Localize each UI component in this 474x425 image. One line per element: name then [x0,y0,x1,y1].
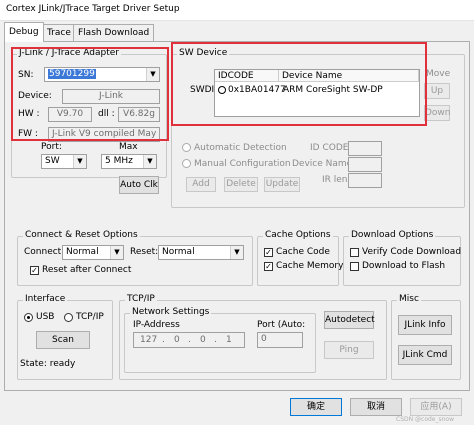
usb-label: USB [36,312,55,322]
download-options-group-label: Download Options [349,230,436,240]
chevron-down-icon: ▼ [230,246,243,259]
misc-group-label: Misc [397,294,421,304]
interface-group-label: Interface [23,294,68,304]
connect-reset-group-label: Connect & Reset Options [23,230,140,240]
update-button[interactable]: Update [264,177,300,192]
device-name-field[interactable] [348,157,382,172]
manual-configuration-label: Manual Configuration [194,159,291,169]
down-button[interactable]: Down [424,105,451,121]
connect-value: Normal [66,247,99,257]
tcpip-radio[interactable] [64,313,73,322]
connect-label: Connect: [24,247,65,257]
cache-code-checkbox[interactable]: ✓ [264,248,273,257]
ip-octet-4: 1 [226,335,232,345]
device-name-label: Device Name: [292,159,356,169]
ir-len-field[interactable] [348,173,382,188]
ip-dot-1: . [162,335,165,345]
verify-download-label: Verify Code Download [362,247,462,257]
tab-debug[interactable]: Debug [4,22,44,42]
cache-memory-checkbox[interactable]: ✓ [264,262,273,271]
network-settings-group: Network Settings IP-Address 127 . 0 . 0 … [124,307,316,373]
port-auto-label: Port (Auto: [257,320,306,330]
ip-dot-2: . [188,335,191,345]
cache-memory-label: Cache Memory [276,261,344,271]
port-value: 0 [261,334,267,344]
download-options-group: Download Options Verify Code Download Do… [343,230,462,286]
reset-after-connect-checkbox[interactable]: ✓ [30,266,39,275]
max-clock-value: 5 MHz [105,156,133,166]
tcpip-label: TCP/IP [76,312,104,322]
jlink-cmd-button[interactable]: JLink Cmd [398,345,452,365]
port-label: Port: [41,142,62,152]
misc-group: Misc JLink Info JLink Cmd [391,294,461,380]
tab-flash-download[interactable]: Flash Download [73,24,155,41]
cancel-button[interactable]: 取消 [350,398,402,416]
ip-octet-1: 127 [140,335,158,345]
ping-button[interactable]: Ping [324,341,374,359]
apply-button[interactable]: 应用(A) [410,398,462,416]
download-to-flash-label: Download to Flash [362,261,446,271]
id-code-field[interactable] [348,141,382,156]
port-field[interactable]: 0 [257,332,303,348]
chevron-down-icon: ▼ [143,155,156,168]
highlight-box-adapter [11,47,169,141]
add-button[interactable]: Add [186,177,216,192]
ip-address-label: IP-Address [133,320,180,330]
chevron-down-icon: ▼ [110,246,123,259]
reset-label: Reset: [130,247,159,257]
watermark: CSDN @code_snow [396,416,454,423]
ir-len-label: IR len: [322,175,351,185]
ip-dot-3: . [214,335,217,345]
auto-clk-button[interactable]: Auto Clk [119,176,159,194]
window-title: Cortex JLink/JTrace Target Driver Setup [6,4,180,14]
connect-reset-group: Connect & Reset Options Connect: Normal … [17,230,253,286]
tab-trace[interactable]: Trace [42,24,76,41]
debug-panel: J-Link / J-Trace Adapter SN: 59701299 ▼ … [4,41,470,391]
cache-code-label: Cache Code [276,247,330,257]
tcpip-group: TCP/IP Network Settings IP-Address 127 .… [119,294,387,380]
id-code-label: ID CODE: [310,143,352,153]
move-label: Move [426,69,451,79]
state-text: State: ready [20,359,76,369]
ip-address-field[interactable]: 127 . 0 . 0 . 1 [133,332,245,348]
connect-select[interactable]: Normal ▼ [62,245,124,260]
port-select[interactable]: SW ▼ [41,154,87,169]
automatic-detection-label: Automatic Detection [194,143,287,153]
network-settings-label: Network Settings [130,307,212,317]
port-value: SW [45,156,60,166]
delete-button[interactable]: Delete [224,177,258,192]
reset-after-connect-label: Reset after Connect [42,265,132,275]
max-clock-select[interactable]: 5 MHz ▼ [101,154,157,169]
scan-button[interactable]: Scan [36,331,90,349]
max-label: Max [119,142,138,152]
interface-group: Interface USB TCP/IP Scan State: ready [17,294,113,380]
ip-octet-3: 0 [200,335,206,345]
ok-button[interactable]: 确定 [290,398,342,416]
download-to-flash-checkbox[interactable] [350,262,359,271]
ip-octet-2: 0 [174,335,180,345]
cache-options-group: Cache Options ✓ Cache Code ✓ Cache Memor… [257,230,343,286]
cache-options-group-label: Cache Options [263,230,333,240]
reset-value: Normal [162,247,195,257]
title-bar: Cortex JLink/JTrace Target Driver Setup [0,0,474,21]
chevron-down-icon: ▼ [73,155,86,168]
manual-configuration-radio[interactable] [182,159,191,168]
verify-download-checkbox[interactable] [350,248,359,257]
reset-select[interactable]: Normal ▼ [158,245,244,260]
automatic-detection-radio[interactable] [182,143,191,152]
tcpip-group-label: TCP/IP [125,294,157,304]
autodetect-button[interactable]: Autodetect [324,311,375,329]
jlink-info-button[interactable]: JLink Info [398,315,452,335]
highlight-box-sw-device [171,42,427,126]
usb-radio[interactable] [24,313,33,322]
up-button[interactable]: Up [424,83,450,99]
